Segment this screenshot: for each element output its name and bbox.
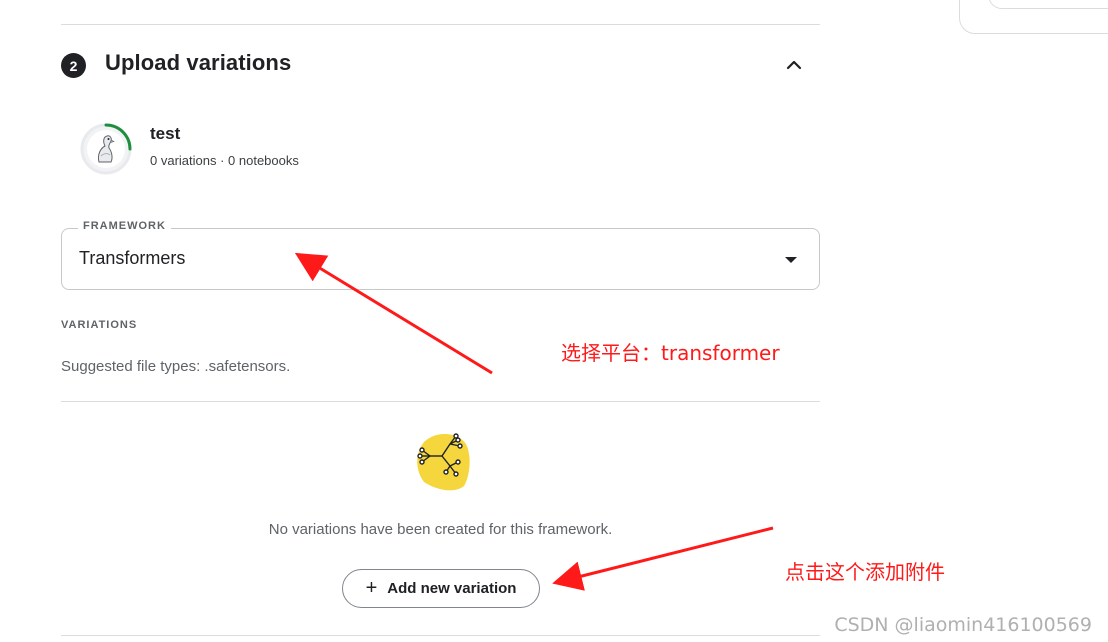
model-meta: 0 variations · 0 notebooks [150,153,299,168]
add-new-variation-button[interactable]: + Add new variation [342,569,540,608]
annotation-note-framework: 选择平台：transformer [561,341,780,365]
step-number-badge: 2 [61,53,86,78]
plus-icon: + [365,576,378,599]
variations-label: VARIATIONS [61,319,138,331]
model-avatar [79,122,133,176]
annotation-arrows [294,252,774,591]
collapse-button[interactable] [780,52,808,78]
annotation-note-add: 点击这个添加附件 [785,560,945,584]
divider-middle [61,401,820,402]
suggested-file-types: Suggested file types: .safetensors. [61,358,291,375]
step-number: 2 [69,57,78,74]
divider-bottom [61,635,820,636]
network-illustration-icon [410,428,474,494]
caret-down-icon [785,257,797,263]
chevron-up-icon [786,60,802,70]
watermark-text: CSDN @liaomin416100569 [834,614,1092,636]
empty-state-text: No variations have been created for this… [268,521,613,538]
section-title: Upload variations [105,50,292,75]
goose-icon [87,130,125,168]
add-new-variation-label: Add new variation [387,580,517,597]
side-card [959,0,1108,34]
side-card-pill[interactable] [988,0,1108,9]
model-progress-ring [80,123,132,175]
framework-label: FRAMEWORK [78,220,171,232]
divider-top [61,24,820,25]
model-name: test [150,124,181,143]
framework-select[interactable]: Transformers [61,228,820,290]
framework-value: Transformers [79,248,186,268]
